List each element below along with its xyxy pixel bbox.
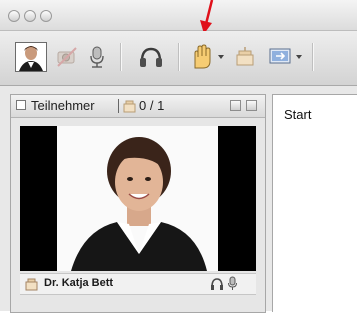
- headphones-icon: [211, 278, 223, 290]
- camera-disabled-icon: [57, 47, 77, 67]
- panel-detach-button[interactable]: [230, 100, 241, 111]
- toolbar-separator: [120, 43, 121, 71]
- content-pane: Start: [272, 94, 357, 312]
- raise-hand-dropdown-caret[interactable]: [218, 55, 224, 59]
- participant-photo: [57, 126, 218, 271]
- status-button[interactable]: [230, 42, 260, 72]
- microphone-button[interactable]: [82, 42, 112, 72]
- user-avatar-button[interactable]: [14, 42, 48, 72]
- participant-video[interactable]: [20, 126, 256, 271]
- participant-name: Dr. Katja Bett: [44, 277, 114, 289]
- seat-icon: [123, 100, 136, 113]
- screen-share-dropdown-caret[interactable]: [296, 55, 302, 59]
- participant-count: 0 / 1: [139, 98, 165, 113]
- title-bar: [0, 0, 357, 31]
- header-divider: [118, 99, 119, 113]
- headphones-icon: [140, 47, 162, 67]
- toolbar-separator: [312, 43, 313, 71]
- screen-share-icon: [269, 48, 291, 64]
- toolbar: [0, 31, 357, 86]
- user-avatar-icon: [15, 42, 47, 72]
- raise-hand-button[interactable]: [186, 42, 216, 72]
- leave-seat-icon: [236, 47, 254, 66]
- microphone-icon: [228, 276, 237, 290]
- application-window: Teilnehmer 0 / 1 Dr. Katja Bett Start: [0, 0, 357, 313]
- camera-button[interactable]: [52, 42, 82, 72]
- close-window-button[interactable]: [8, 10, 20, 22]
- toolbar-separator: [178, 43, 179, 71]
- participants-panel: Teilnehmer 0 / 1 Dr. Katja Bett: [10, 94, 266, 313]
- seat-icon: [25, 278, 38, 291]
- microphone-icon: [90, 46, 104, 68]
- screen-share-button[interactable]: [266, 42, 296, 72]
- raise-hand-icon: [194, 44, 211, 69]
- participant-name-bar[interactable]: Dr. Katja Bett: [20, 273, 256, 295]
- collapse-panel-button[interactable]: [16, 100, 26, 110]
- minimize-window-button[interactable]: [24, 10, 36, 22]
- participants-title: Teilnehmer: [31, 98, 95, 113]
- headphones-button[interactable]: [136, 42, 166, 72]
- zoom-window-button[interactable]: [40, 10, 52, 22]
- start-label: Start: [284, 107, 312, 122]
- participants-panel-header: Teilnehmer 0 / 1: [11, 95, 265, 118]
- person-portrait-icon: [57, 126, 218, 271]
- panel-maximize-button[interactable]: [246, 100, 257, 111]
